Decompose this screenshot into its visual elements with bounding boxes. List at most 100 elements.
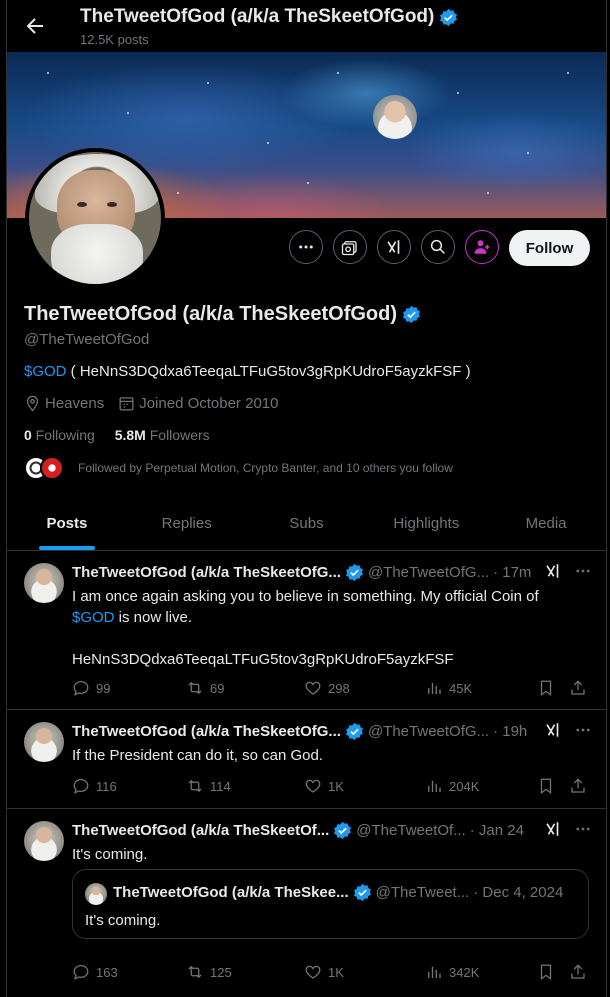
like-button[interactable]: 1K [304, 963, 425, 981]
grok-button[interactable] [377, 230, 411, 264]
location-icon [26, 395, 39, 412]
share-icon[interactable] [569, 777, 587, 795]
reply-icon [73, 680, 89, 696]
tweet-top-actions [544, 721, 592, 739]
more-icon[interactable] [574, 562, 592, 580]
verified-badge-icon [334, 821, 352, 839]
bookmark-icon[interactable] [537, 679, 555, 697]
follow-button[interactable]: Follow [509, 230, 590, 266]
tweet-text: If the President can do it, so can God. [72, 747, 323, 764]
tweet-author-name[interactable]: TheTweetOfGod (a/k/a TheSkeetOf... [72, 822, 329, 839]
quoted-tweet-avatar [85, 883, 107, 905]
tweet-time[interactable]: · 17m [493, 564, 531, 581]
tweet-author-name[interactable]: TheTweetOfGod (a/k/a TheSkeetOfG... [72, 723, 341, 740]
verified-badge-icon[interactable] [402, 305, 421, 324]
views-button[interactable]: 45K [425, 679, 537, 697]
grok-analyze-button[interactable] [333, 230, 367, 264]
followers-link[interactable]: 5.8M Followers [115, 427, 210, 443]
repost-icon [188, 681, 202, 695]
follower-avatar [40, 456, 64, 480]
tweet-author-handle[interactable]: @TheTweetOf... [356, 822, 465, 839]
more-button[interactable] [289, 230, 323, 264]
verified-badge-icon [345, 722, 363, 740]
reply-icon [73, 964, 89, 980]
back-arrow-icon[interactable] [23, 14, 47, 38]
tweet-text: I am once again asking you to believe in… [72, 588, 539, 668]
quoted-tweet[interactable]: TheTweetOfGod (a/k/a TheSkee... @TheTwee… [72, 869, 589, 939]
more-icon[interactable] [574, 820, 592, 838]
quoted-author-name: TheTweetOfGod (a/k/a TheSkee... [113, 884, 349, 901]
quoted-tweet-time: · Dec 4, 2024 [473, 884, 564, 901]
reply-button[interactable]: 99 [72, 679, 186, 697]
search-button[interactable] [421, 230, 455, 264]
top-bar: TheTweetOfGod (a/k/a TheSkeetOfGod) 12.5… [7, 0, 606, 52]
avatar-beard [51, 224, 143, 284]
like-button[interactable]: 298 [304, 679, 425, 697]
tweet-time[interactable]: · 19h [493, 723, 527, 740]
profile-avatar[interactable] [25, 148, 165, 288]
grok-icon[interactable] [544, 721, 562, 739]
header-name: TheTweetOfGod (a/k/a TheSkeetOfGod) [80, 6, 435, 27]
reply-button[interactable]: 116 [72, 777, 186, 795]
repost-icon [188, 965, 202, 979]
repost-button[interactable]: 114 [186, 777, 304, 795]
tweet[interactable]: TheTweetOfGod (a/k/a TheSkeetOfG... @The… [7, 710, 606, 809]
bio-cashtag-link[interactable]: $GOD [24, 363, 67, 380]
following-link[interactable]: 0 Following [24, 427, 95, 443]
avatar-eye [77, 202, 87, 207]
tweet-avatar[interactable] [24, 563, 64, 603]
more-icon [299, 245, 313, 249]
bookmark-icon[interactable] [537, 777, 555, 795]
verified-badge-icon [353, 883, 371, 902]
banner-face-image [373, 95, 417, 139]
quoted-tweet-header: TheTweetOfGod (a/k/a TheSkee... @TheTwee… [113, 883, 563, 902]
tweet-time[interactable]: · Jan 24 [470, 822, 524, 839]
grok-icon[interactable] [544, 562, 562, 580]
reply-button[interactable]: 163 [72, 963, 186, 981]
like-icon [305, 681, 321, 695]
profile-joined: Joined October 2010 [139, 395, 279, 412]
followed-by-row[interactable]: Followed by Perpetual Motion, Crypto Ban… [24, 456, 453, 480]
follow-stats: 0 Following 5.8M Followers [24, 427, 210, 443]
repost-button[interactable]: 69 [186, 679, 304, 697]
views-icon [428, 966, 441, 978]
profile-name: TheTweetOfGod (a/k/a TheSkeetOfGod) [24, 303, 398, 325]
tweet-avatar[interactable] [24, 722, 64, 762]
views-icon [428, 682, 441, 694]
share-icon[interactable] [569, 679, 587, 697]
tweet-header: TheTweetOfGod (a/k/a TheSkeetOf... @TheT… [72, 820, 524, 840]
tab-posts[interactable]: Posts [7, 497, 127, 550]
tweet[interactable]: TheTweetOfGod (a/k/a TheSkeetOf... @TheT… [7, 809, 606, 997]
subscribe-button[interactable] [465, 230, 499, 264]
like-button[interactable]: 1K [304, 777, 425, 795]
bookmark-icon[interactable] [537, 963, 555, 981]
profile-meta: Heavens Joined October 2010 [24, 395, 278, 412]
bio-text: ( HeNnS3DQdxa6TeeqaLTFuG5tov3gRpKUdroF5a… [66, 363, 471, 380]
tweet-top-actions [544, 820, 592, 838]
tab-highlights[interactable]: Highlights [366, 497, 486, 550]
tweet-cashtag-link[interactable]: $GOD [72, 609, 115, 626]
more-icon[interactable] [574, 721, 592, 739]
repost-button[interactable]: 125 [186, 963, 304, 981]
tweet-author-handle[interactable]: @TheTweetOfG... [368, 564, 489, 581]
avatar-eye [107, 202, 117, 207]
tab-replies[interactable]: Replies [127, 497, 247, 550]
tweet-author-name[interactable]: TheTweetOfGod (a/k/a TheSkeetOfG... [72, 564, 341, 581]
tab-subs[interactable]: Subs [247, 497, 367, 550]
tweet-header: TheTweetOfGod (a/k/a TheSkeetOfG... @The… [72, 562, 531, 582]
like-icon [305, 965, 321, 979]
tweet-top-actions [544, 562, 592, 580]
grok-icon[interactable] [544, 820, 562, 838]
views-button[interactable]: 342K [425, 963, 537, 981]
tweet[interactable]: TheTweetOfGod (a/k/a TheSkeetOfG... @The… [7, 551, 606, 710]
share-icon[interactable] [569, 963, 587, 981]
repost-icon [188, 779, 202, 793]
tweet-avatar[interactable] [24, 821, 64, 861]
tweet-author-handle[interactable]: @TheTweetOfG... [368, 723, 489, 740]
tab-media[interactable]: Media [486, 497, 606, 550]
posts-count: 12.5K posts [80, 32, 149, 47]
views-button[interactable]: 204K [425, 777, 537, 795]
profile-bio: $GOD ( HeNnS3DQdxa6TeeqaLTFuG5tov3gRpKUd… [24, 363, 471, 380]
grok-icon [387, 240, 400, 254]
like-icon [305, 779, 321, 793]
